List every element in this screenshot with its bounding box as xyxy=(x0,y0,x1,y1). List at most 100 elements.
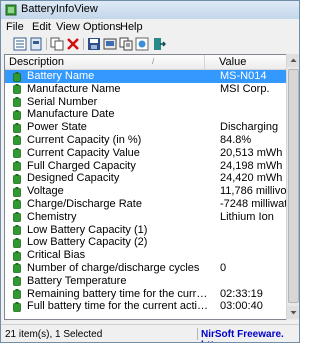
window-title: BatteryInfoView xyxy=(21,3,98,15)
copy-rows-icon[interactable] xyxy=(119,37,133,51)
battery-row-icon xyxy=(13,173,21,184)
row-description: Manufacture Date xyxy=(27,108,115,121)
toolbar-separator xyxy=(83,38,84,50)
battery-row-icon xyxy=(13,161,21,171)
toolbar-separator xyxy=(46,38,47,50)
battery-row-icon xyxy=(13,212,21,223)
row-description: Critical Bias xyxy=(27,249,86,262)
status-bar: 21 item(s), 1 Selected NirSoft Freeware.… xyxy=(1,324,299,342)
row-description: Designed Capacity xyxy=(27,172,120,185)
status-separator xyxy=(197,328,198,340)
battery-row-icon xyxy=(13,199,21,210)
battery-row-icon xyxy=(13,263,21,274)
battery-row-icon xyxy=(13,97,21,107)
battery-row-icon xyxy=(13,84,21,95)
row-value: -7248 milliwatts xyxy=(220,197,286,210)
row-value: 02:33:19 xyxy=(220,287,263,300)
battery-row-icon xyxy=(13,301,21,312)
row-value: 24,198 mWh xyxy=(220,159,283,172)
app-window: BatteryInfoView File Edit View Options H… xyxy=(0,0,300,343)
table-row[interactable]: Designed Capacity 24,420 mWh xyxy=(5,172,286,185)
menu-view[interactable]: View xyxy=(56,21,80,33)
battery-row-icon xyxy=(13,237,21,248)
column-header-value[interactable]: Value xyxy=(215,55,286,69)
menu-help[interactable]: Help xyxy=(120,21,143,33)
table-row[interactable]: Serial Number xyxy=(5,96,286,109)
battery-row-icon xyxy=(13,276,21,287)
row-description: Chemistry xyxy=(27,210,77,223)
table-row[interactable]: Charge/Discharge Rate -7248 milliwatts xyxy=(5,198,286,211)
row-description: Battery Temperature xyxy=(27,274,127,287)
table-row[interactable]: Current Capacity Value 20,513 mWh xyxy=(5,147,286,160)
table-row[interactable]: Critical Bias xyxy=(5,249,286,262)
battery-row-icon xyxy=(13,122,21,133)
table-row[interactable]: Current Capacity (in %) 84.8% xyxy=(5,134,286,147)
row-description: Battery Name xyxy=(27,70,95,82)
table-row[interactable]: Chemistry Lithium Ion xyxy=(5,211,286,224)
battery-row-icon xyxy=(13,109,21,120)
row-value: 24,420 mWh xyxy=(220,172,283,185)
battery-row-icon xyxy=(13,225,21,235)
export-icon[interactable] xyxy=(103,37,117,51)
battery-row-icon xyxy=(13,148,21,159)
battery-row-icon xyxy=(13,186,21,197)
scrollbar-thumb[interactable] xyxy=(288,69,299,303)
row-description: Current Capacity Value xyxy=(27,146,140,159)
battery-row-icon xyxy=(13,289,21,299)
table-row[interactable]: Full battery time for the current activi… xyxy=(5,300,286,313)
menu-bar: File Edit View Options Help xyxy=(1,19,299,37)
row-description: Charge/Discharge Rate xyxy=(27,197,142,210)
row-description: Low Battery Capacity (2) xyxy=(27,236,148,249)
table-row[interactable]: Voltage 11,786 millivolts xyxy=(5,185,286,198)
row-value: 20,513 mWh xyxy=(220,146,283,159)
report-icon[interactable] xyxy=(29,37,43,51)
row-description: Voltage xyxy=(27,185,64,198)
table-row[interactable]: Power State Discharging xyxy=(5,121,286,134)
scroll-down-arrow-icon xyxy=(290,311,297,315)
toolbar xyxy=(1,36,299,53)
title-bar[interactable]: BatteryInfoView xyxy=(1,1,299,19)
row-description: Full Charged Capacity xyxy=(27,159,136,172)
battery-app-icon xyxy=(5,4,17,16)
table-row[interactable]: Battery Temperature xyxy=(5,275,286,288)
row-value: MS-N014 xyxy=(220,70,267,82)
exit-icon[interactable] xyxy=(152,37,166,51)
row-value: Discharging xyxy=(220,121,279,134)
row-value: 0 xyxy=(220,261,227,274)
table-row[interactable]: Number of charge/discharge cycles 0 xyxy=(5,262,286,275)
menu-edit[interactable]: Edit xyxy=(32,21,51,33)
nirsoft-link[interactable]: NirSoft Freeware. http xyxy=(201,329,299,342)
copy-icon[interactable] xyxy=(50,37,64,51)
row-description: Power State xyxy=(27,121,87,134)
vertical-scrollbar[interactable] xyxy=(286,54,299,320)
row-description: Remaining battery time for the current a… xyxy=(27,287,213,300)
row-value: 03:00:40 xyxy=(220,300,263,313)
row-description: Serial Number xyxy=(27,95,98,108)
row-description: Full battery time for the current activi… xyxy=(27,300,213,313)
html-report-icon[interactable] xyxy=(135,37,149,51)
table-row[interactable]: Remaining battery time for the current a… xyxy=(5,288,286,301)
table-row[interactable]: Manufacture Name MSI Corp. xyxy=(5,83,286,96)
row-value: 84.8% xyxy=(220,133,252,146)
menu-file[interactable]: File xyxy=(6,21,24,33)
list-header: Description / Value xyxy=(5,55,286,70)
list-rows: Battery Name MS-N014 Manufacture Name MSI C… xyxy=(5,70,286,313)
battery-info-list[interactable]: Description / Value Battery Name MS-N014 M… xyxy=(4,54,287,320)
table-row[interactable]: Low Battery Capacity (1) xyxy=(5,224,286,237)
column-header-description[interactable]: Description xyxy=(5,55,205,69)
scroll-up-arrow-icon xyxy=(290,58,297,62)
battery-row-icon xyxy=(13,135,21,146)
save-icon[interactable] xyxy=(87,37,101,51)
sort-indicator: / xyxy=(152,57,155,66)
delete-icon[interactable] xyxy=(66,37,80,51)
row-value: MSI Corp. xyxy=(220,82,270,95)
table-row[interactable]: Manufacture Date xyxy=(5,108,286,121)
status-item-count: 21 item(s), 1 Selected xyxy=(5,329,103,340)
properties-icon[interactable] xyxy=(13,37,27,51)
scroll-up-button[interactable] xyxy=(287,54,299,67)
menu-options[interactable]: Options xyxy=(83,21,121,33)
scroll-down-button[interactable] xyxy=(287,306,299,319)
table-row[interactable]: Low Battery Capacity (2) xyxy=(5,236,286,249)
table-row[interactable]: Full Charged Capacity 24,198 mWh xyxy=(5,160,286,173)
table-row[interactable]: Battery Name MS-N014 xyxy=(5,70,286,83)
